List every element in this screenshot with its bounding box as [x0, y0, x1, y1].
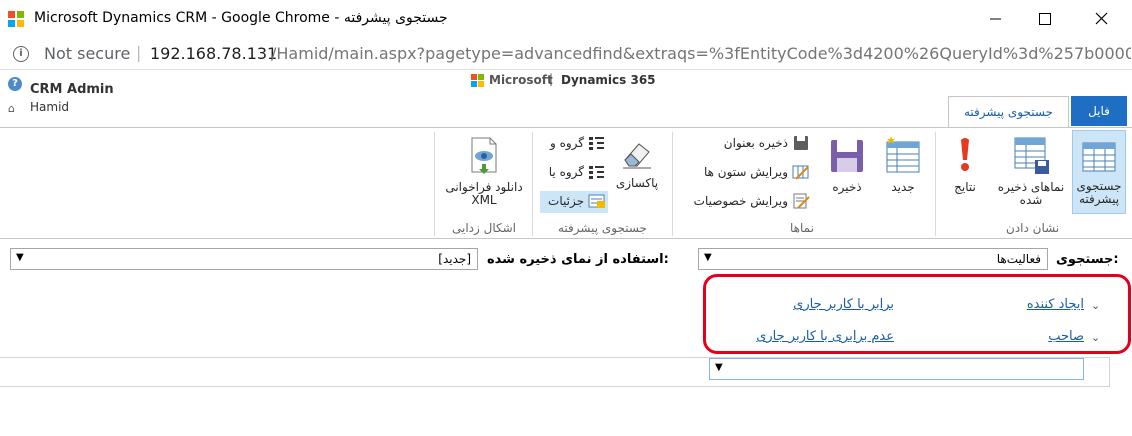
- dropdown-arrow-icon: ▼: [715, 362, 723, 373]
- close-window-button[interactable]: [1078, 0, 1124, 38]
- details-icon: [588, 194, 605, 208]
- security-label[interactable]: Not secure: [44, 44, 130, 63]
- condition-area-border: [1109, 357, 1110, 387]
- new-condition-select[interactable]: ▼: [709, 358, 1084, 380]
- look-for-value: فعالیت‌ها: [996, 252, 1041, 266]
- ribbon-divider: [0, 127, 1132, 128]
- clear-label: پاکسازی: [615, 176, 659, 190]
- save-as-label: ذخیره بعنوان: [723, 136, 788, 150]
- ribbon-separator: [672, 132, 673, 236]
- download-xml-button[interactable]: دانلود فراخوانی XML: [438, 130, 530, 214]
- tab-advanced-find[interactable]: جستجوی پیشرفته: [948, 96, 1069, 128]
- url-host[interactable]: 192.168.78.131: [150, 44, 277, 63]
- group-and-label: گروه و: [549, 136, 584, 150]
- download-xml-icon: [471, 137, 497, 174]
- download-xml-label-2: XML: [471, 193, 497, 207]
- advanced-find-label-2: پیشرفته: [1078, 192, 1120, 206]
- windows-logo-icon: [8, 11, 24, 27]
- ribbon-separator: [935, 132, 936, 236]
- ribbon-separator: [532, 132, 533, 236]
- microsoft-logo-icon: [471, 74, 485, 88]
- use-saved-view-label: استفاده از نمای ذخیره شده:: [487, 252, 669, 267]
- group-label-show: نشان دادن: [1006, 221, 1060, 235]
- edit-columns-icon: [792, 165, 809, 180]
- results-label: نتایج: [954, 180, 976, 194]
- look-for-label: جستجوی:: [1056, 252, 1119, 267]
- details-button[interactable]: جزئیات: [540, 191, 608, 213]
- results-icon: [961, 138, 969, 171]
- ribbon-separator: [434, 132, 435, 236]
- user-name[interactable]: CRM Admin: [30, 82, 114, 97]
- user-icon: ?: [8, 77, 22, 91]
- use-saved-view-value: [جدید]: [438, 252, 471, 266]
- save-as-icon: [794, 136, 808, 150]
- new-view-button[interactable]: جدید: [880, 130, 926, 214]
- save-icon: [831, 140, 863, 172]
- results-button[interactable]: نتایج: [944, 130, 986, 214]
- minimize-icon: [990, 18, 1001, 20]
- minimize-button[interactable]: [972, 0, 1018, 38]
- saved-views-label-2: شده: [1019, 193, 1043, 207]
- group-or-icon: [589, 166, 604, 179]
- maximize-button[interactable]: [1022, 0, 1068, 38]
- brand-microsoft: Microsoft: [489, 73, 553, 87]
- group-label-views: نماها: [790, 221, 814, 235]
- address-bar[interactable]: i Not secure | 192.168.78.131 /Hamid/mai…: [0, 38, 1132, 70]
- close-icon: [1095, 12, 1108, 25]
- tab-file[interactable]: فایل: [1071, 96, 1127, 126]
- save-label: ذخیره: [832, 180, 862, 194]
- saved-views-button[interactable]: نماهای ذخیره شده: [992, 130, 1070, 214]
- advanced-find-button[interactable]: جستجوی پیشرفته: [1072, 130, 1126, 214]
- group-label-debug: اشکال زدایی: [452, 221, 517, 235]
- details-label: جزئیات: [548, 194, 584, 208]
- info-icon[interactable]: i: [13, 46, 29, 62]
- condition-area-border: [0, 386, 1110, 387]
- brand-product: Dynamics 365: [561, 73, 656, 87]
- dropdown-arrow-icon: ▼: [704, 252, 712, 263]
- dropdown-arrow-icon: ▼: [16, 252, 24, 263]
- annotation-highlight: [703, 274, 1131, 354]
- save-button[interactable]: ذخیره: [824, 130, 870, 214]
- edit-properties-label: ویرایش خصوصیات: [693, 194, 788, 208]
- new-view-label: جدید: [891, 180, 915, 194]
- advanced-find-icon: [1082, 142, 1116, 172]
- brand-separator: |: [549, 72, 554, 86]
- ribbon-bottom-border: [0, 238, 1132, 239]
- use-saved-view-select[interactable]: [جدید] ▼: [10, 248, 478, 270]
- save-as-button[interactable]: ذخیره بعنوان: [712, 133, 812, 155]
- group-and-icon: [589, 137, 604, 150]
- browser-title-bar: Microsoft Dynamics CRM - Google Chrome -…: [0, 0, 1132, 38]
- edit-properties-icon: [793, 193, 810, 209]
- eraser-icon: [623, 143, 651, 169]
- clear-button[interactable]: پاکسازی: [612, 130, 662, 214]
- group-label-query: جستجوی پیشرفته: [558, 221, 647, 235]
- group-or-label: گروه یا: [548, 165, 584, 179]
- edit-columns-button[interactable]: ویرایش ستون ها: [692, 162, 812, 184]
- address-separator: |: [136, 43, 142, 62]
- look-for-select[interactable]: فعالیت‌ها ▼: [698, 248, 1048, 270]
- org-name: Hamid: [30, 100, 70, 114]
- window-title: Microsoft Dynamics CRM - Google Chrome -…: [34, 10, 448, 26]
- new-view-icon: [886, 136, 920, 173]
- group-and-button[interactable]: گروه و: [540, 133, 608, 155]
- home-icon: ⌂: [8, 102, 15, 115]
- maximize-icon: [1039, 13, 1051, 25]
- edit-columns-label: ویرایش ستون ها: [703, 165, 788, 179]
- group-or-button[interactable]: گروه یا: [540, 162, 608, 184]
- saved-views-icon: [1014, 137, 1049, 174]
- url-path[interactable]: /Hamid/main.aspx?pagetype=advancedfind&e…: [271, 44, 1131, 63]
- edit-properties-button[interactable]: ویرایش خصوصیات: [680, 191, 812, 213]
